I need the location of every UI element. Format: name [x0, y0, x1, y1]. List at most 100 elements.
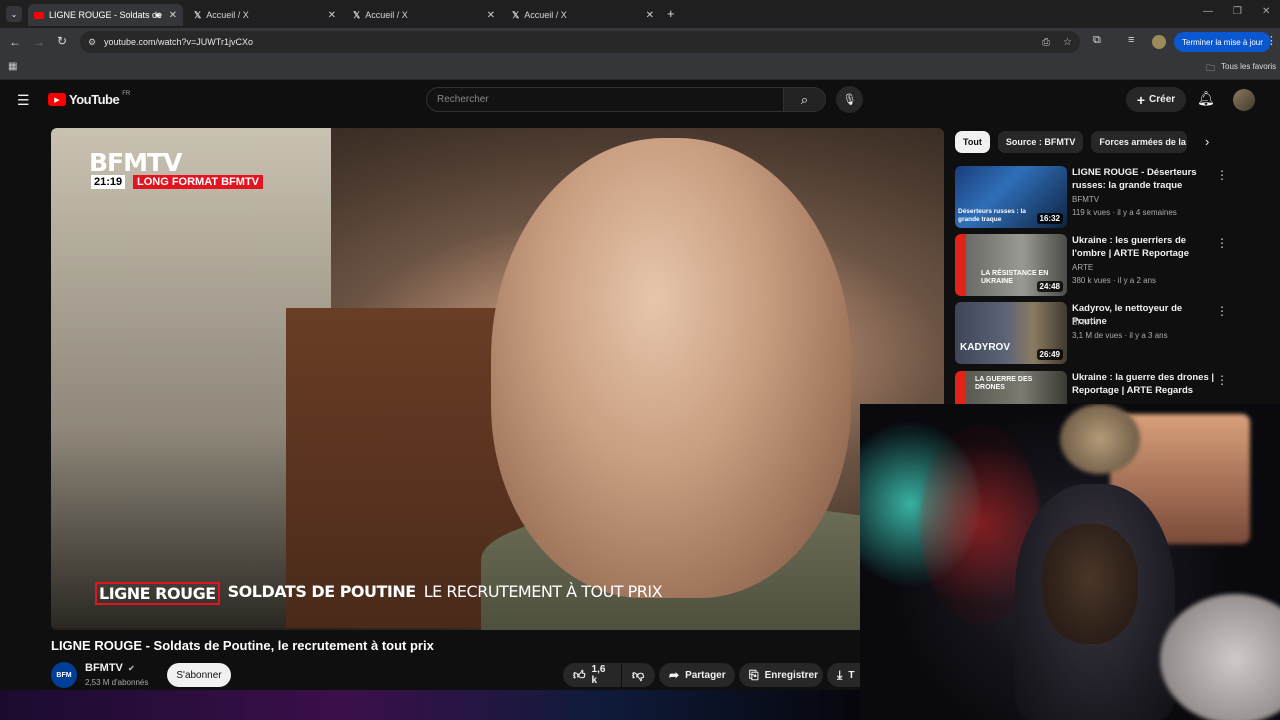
notifications-bell-icon[interactable]: 🔔︎ — [1197, 90, 1215, 107]
chip-armed-forces[interactable]: Forces armées de la fé — [1091, 131, 1188, 153]
browser-tab-bar: ⌄ LIGNE ROUGE - Soldats de 🔊︎ ✕ 𝕏 Accuei… — [0, 0, 1280, 28]
close-window-icon[interactable]: ✕ — [1262, 6, 1270, 17]
filter-chips: Tout Source : BFMTV Forces armées de la … — [955, 131, 1188, 153]
more-actions-icon[interactable]: ⋮ — [1216, 304, 1228, 318]
webcam-person-face — [1042, 524, 1138, 644]
video-duration: 24:48 — [1036, 281, 1063, 292]
desktop-wallpaper-strip — [0, 690, 860, 720]
dislike-button[interactable]: 👎︎ — [622, 663, 655, 687]
recommendation-thumbnail[interactable]: LA RÉSISTANCE EN UKRAINE 24:48 — [955, 234, 1067, 296]
more-actions-icon[interactable]: ⋮ — [1216, 236, 1228, 250]
like-count: 1,6 k — [591, 664, 606, 686]
search-button[interactable]: ⌕ — [784, 87, 826, 112]
x-favicon-icon: 𝕏 — [353, 9, 361, 20]
recommendation-thumbnail[interactable]: KADYROV 26:49 — [955, 302, 1067, 364]
folder-icon: 🗀︎ — [1206, 63, 1216, 73]
share-button[interactable]: ➦ Partager — [659, 663, 735, 687]
share-label: Partager — [685, 669, 726, 681]
tab-x-2[interactable]: 𝕏 Accueil / X ✕ — [347, 4, 501, 26]
recommendation-item[interactable]: LA RÉSISTANCE EN UKRAINE 24:48 Ukraine :… — [955, 234, 1235, 296]
recommendation-thumbnail[interactable]: Déserteurs russes : la grande traque 16:… — [955, 166, 1067, 228]
download-button[interactable]: ⤓ T — [827, 663, 860, 687]
search-icon: ⌕ — [800, 91, 809, 107]
youtube-play-icon: ▶ — [48, 93, 66, 106]
video-duration: 16:32 — [1036, 213, 1063, 224]
lower-third-caption: LIGNE ROUGE SOLDATS DE POUTINE LE RECRUT… — [95, 582, 663, 605]
thumbs-down-icon: 👎︎ — [632, 667, 645, 682]
recommendation-item[interactable]: KADYROV 26:49 Kadyrov, le nettoyeur de P… — [955, 302, 1235, 364]
recommendation-channel[interactable]: BFMTV — [1072, 195, 1099, 204]
recommendation-channel[interactable]: ARTE — [1072, 263, 1093, 272]
forward-icon[interactable]: → — [33, 35, 45, 49]
channel-avatar[interactable]: BFM — [51, 662, 77, 688]
chip-all[interactable]: Tout — [955, 131, 990, 153]
channel-name[interactable]: BFMTV ✔ — [85, 662, 135, 674]
speaker-icon[interactable]: 🔊︎ — [155, 10, 161, 21]
account-avatar[interactable] — [1233, 89, 1255, 111]
extensions-icon[interactable]: ⧉ — [1093, 34, 1101, 47]
recommendation-title[interactable]: LIGNE ROUGE - Déserteurs russes: la gran… — [1072, 166, 1217, 192]
address-bar[interactable]: ⚙ youtube.com/watch?v=JUWTr1jvCXo ⎙ ☆ — [80, 31, 1080, 53]
recommendation-title[interactable]: Ukraine : les guerriers de l'ombre | ART… — [1072, 234, 1217, 260]
chips-next-icon[interactable]: › — [1205, 134, 1209, 149]
chip-source-bfmtv[interactable]: Source : BFMTV — [997, 131, 1084, 153]
create-button[interactable]: + Créer — [1126, 87, 1186, 112]
thumbnail-caption: Déserteurs russes : la grande traque — [958, 208, 1026, 223]
profile-avatar[interactable] — [1152, 35, 1166, 49]
video-player[interactable]: BFMTV 21:19 LONG FORMAT BFMTV LIGNE ROUG… — [51, 128, 944, 630]
microphone-icon: 🎙︎ — [842, 94, 857, 106]
bookmarks-bar: ▦ 🗀︎ Tous les favoris — [0, 56, 1280, 80]
tab-youtube-video[interactable]: LIGNE ROUGE - Soldats de 🔊︎ ✕ — [28, 4, 183, 26]
webcam-sheets — [1160, 594, 1280, 720]
tab-x-1[interactable]: 𝕏 Accueil / X ✕ — [188, 4, 342, 26]
subscribe-button[interactable]: S'abonner — [167, 663, 231, 687]
search-input[interactable]: Rechercher — [426, 87, 784, 112]
apps-grid-icon[interactable]: ▦ — [8, 61, 17, 72]
bfmtv-overlay-strap: LONG FORMAT BFMTV — [133, 175, 263, 189]
menu-kebab-icon[interactable]: ⋮ — [1266, 34, 1277, 47]
region-code: FR — [122, 90, 131, 97]
close-tab-icon[interactable]: ✕ — [169, 10, 177, 21]
thumbnail-caption: KADYROV — [960, 342, 1011, 353]
download-icon: ⤓ — [837, 667, 843, 682]
tab-x-3[interactable]: 𝕏 Accueil / X ✕ — [506, 4, 660, 26]
more-actions-icon[interactable]: ⋮ — [1216, 373, 1228, 387]
hamburger-menu-icon[interactable]: ☰ — [17, 92, 30, 109]
webcam-overlay — [860, 404, 1280, 720]
more-actions-icon[interactable]: ⋮ — [1216, 168, 1228, 182]
recommendation-thumbnail[interactable]: LA GUERRE DES DRONES — [955, 371, 1067, 405]
new-tab-icon[interactable]: + — [667, 6, 675, 21]
minimize-icon[interactable]: — — [1203, 6, 1213, 17]
tab-label: Accueil / X — [524, 10, 567, 20]
recommendation-title[interactable]: Ukraine : la guerre des drones | Reporta… — [1072, 371, 1217, 397]
recommendation-item[interactable]: LA GUERRE DES DRONES Ukraine : la guerre… — [955, 371, 1235, 405]
youtube-favicon-icon — [34, 11, 44, 19]
media-icon[interactable]: ≡ — [1128, 34, 1134, 46]
back-icon[interactable]: ← — [9, 35, 21, 49]
reload-icon[interactable]: ↻ — [57, 34, 67, 48]
thumbs-up-icon: 👍︎ — [573, 667, 586, 682]
save-button[interactable]: ⎘ Enregistrer — [739, 663, 823, 687]
bookmark-star-icon[interactable]: ☆ — [1063, 37, 1072, 48]
voice-search-button[interactable]: 🎙︎ — [836, 86, 863, 113]
share-icon: ➦ — [669, 668, 680, 682]
tab-list-button[interactable]: ⌄ — [6, 6, 22, 22]
recommendation-item[interactable]: Déserteurs russes : la grande traque 16:… — [955, 166, 1235, 228]
recommendation-channel[interactable]: BFMTV — [1072, 318, 1099, 327]
bfmtv-overlay-time: 21:19 — [91, 175, 126, 189]
install-icon[interactable]: ⎙ — [1042, 37, 1050, 48]
update-button[interactable]: Terminer la mise à jour — [1174, 32, 1271, 52]
x-favicon-icon: 𝕏 — [194, 9, 202, 20]
tab-label: Accueil / X — [365, 10, 408, 20]
close-tab-icon[interactable]: ✕ — [487, 10, 495, 21]
recommendation-meta: 380 k vues · il y a 2 ans — [1072, 276, 1157, 285]
subscriber-count: 2,53 M d'abonnés — [85, 678, 149, 687]
bookmark-icon: ⎘ — [749, 667, 759, 682]
youtube-logo[interactable]: ▶ YouTube FR — [48, 90, 131, 107]
all-bookmarks-link[interactable]: Tous les favoris — [1221, 62, 1276, 71]
close-tab-icon[interactable]: ✕ — [328, 10, 336, 21]
site-info-icon[interactable]: ⚙ — [88, 37, 96, 48]
maximize-icon[interactable]: ❐ — [1233, 6, 1242, 17]
close-tab-icon[interactable]: ✕ — [646, 10, 654, 21]
like-button[interactable]: 👍︎ 1,6 k — [563, 663, 621, 687]
